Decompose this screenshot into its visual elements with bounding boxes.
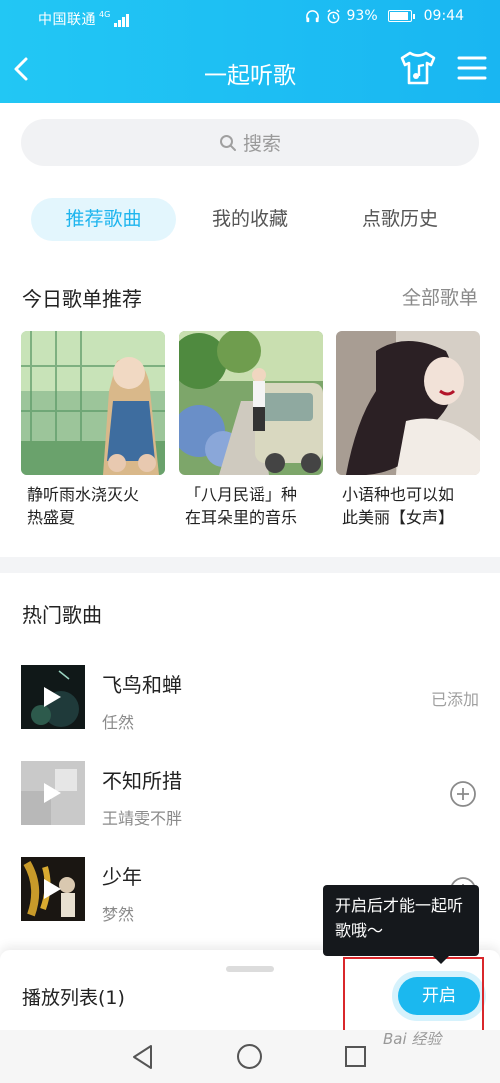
song-row[interactable]: 不知所措 王靖雯不胖 (21, 761, 481, 828)
battery-percent: 93% (346, 8, 378, 24)
system-back-icon[interactable] (131, 1044, 155, 1070)
system-recents-icon[interactable] (345, 1046, 366, 1067)
tshirt-music-icon[interactable] (398, 48, 438, 88)
playlist-card[interactable]: 小语种也可以如 此美丽【女声】 (336, 331, 480, 529)
added-status: 已添加 (430, 690, 479, 709)
all-playlists-link[interactable]: 全部歌单 (402, 283, 478, 310)
search-bar[interactable]: 搜索 (21, 119, 479, 166)
playlist-cover-image (21, 331, 165, 475)
song-artist: 任然 (102, 713, 135, 732)
playlist-title-line2: 此美丽【女声】 (342, 508, 455, 527)
song-title: 不知所措 (102, 769, 182, 793)
watermark-logo: Bai 经验 (383, 1030, 442, 1048)
song-cover (21, 665, 85, 729)
song-artist: 王靖雯不胖 (102, 809, 183, 828)
playlist-card[interactable]: 静听雨水浇灭火 热盛夏 (21, 331, 165, 529)
playlist-title-line2: 热盛夏 (27, 508, 76, 527)
section-divider (0, 557, 500, 573)
signal-icon (114, 11, 130, 27)
song-row[interactable]: 飞鸟和蝉 任然 已添加 (21, 665, 481, 732)
song-cover (21, 761, 85, 825)
app-header: 中国联通 4G 93% 09:44 一起听歌 (0, 0, 500, 103)
tab-recommended[interactable]: 推荐歌曲 (31, 198, 176, 241)
play-icon (44, 879, 61, 899)
alarm-icon (326, 8, 340, 23)
song-title: 飞鸟和蝉 (102, 673, 182, 697)
play-icon (44, 687, 61, 707)
playlist-title-line2: 在耳朵里的音乐 (185, 508, 298, 527)
menu-icon[interactable] (456, 52, 488, 84)
playlist-title-line1: 静听雨水浇灭火 (27, 485, 140, 504)
nav-bar: 一起听歌 (0, 36, 500, 102)
playlist-title-line1: 小语种也可以如 (342, 485, 455, 504)
playlists-heading: 今日歌单推荐 (22, 287, 142, 311)
drag-handle[interactable] (226, 966, 274, 972)
song-title: 少年 (102, 865, 142, 889)
playlist-title-line1: 「八月民谣」种 (185, 485, 298, 504)
tab-favorites[interactable]: 我的收藏 (191, 198, 309, 241)
hot-songs-heading: 热门歌曲 (22, 603, 102, 627)
playlist-card[interactable]: 「八月民谣」种 在耳朵里的音乐 (179, 331, 323, 529)
clock: 09:44 (423, 8, 464, 24)
headphones-icon (305, 9, 319, 22)
status-bar: 中国联通 4G 93% 09:44 (0, 0, 500, 34)
system-home-icon[interactable] (237, 1044, 262, 1069)
network-type: 4G (99, 9, 111, 19)
song-cover (21, 857, 85, 921)
playlist-label[interactable]: 播放列表(1) (22, 983, 125, 1010)
highlight-box (343, 957, 484, 1035)
carrier-name: 中国联通 (38, 12, 96, 28)
playlist-cover-image (336, 331, 480, 475)
tab-history[interactable]: 点歌历史 (341, 198, 459, 241)
add-song-icon[interactable] (449, 780, 477, 808)
search-placeholder: 搜索 (242, 133, 281, 155)
tooltip: 开启后才能一起听歌哦～ (323, 885, 479, 964)
search-icon (219, 134, 236, 151)
song-artist: 梦然 (102, 905, 135, 924)
play-icon (44, 783, 61, 803)
tab-bar: 推荐歌曲 我的收藏 点歌历史 (31, 198, 471, 242)
battery-icon (387, 10, 415, 22)
playlist-cover-image (179, 331, 323, 475)
